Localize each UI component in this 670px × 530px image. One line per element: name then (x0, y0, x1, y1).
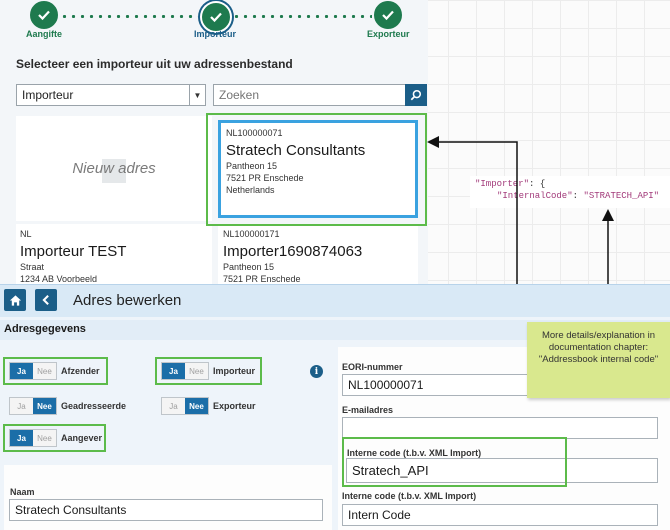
internal-code-input[interactable] (342, 504, 658, 526)
toggle-exporteur[interactable]: Ja Nee (161, 397, 209, 415)
email-label: E-mailadres (342, 405, 394, 415)
importeur-highlight (155, 357, 262, 385)
chevron-left-icon (42, 294, 49, 306)
section-title: Adresgegevens (4, 323, 86, 335)
toggle-label-exporteur: Exporteur (213, 401, 256, 411)
naam-input[interactable] (9, 499, 323, 521)
aangever-highlight (3, 424, 106, 452)
toggle-label-geadresseerde: Geadresseerde (61, 401, 127, 411)
email-input[interactable] (342, 417, 658, 439)
afzender-highlight (3, 357, 108, 385)
toggle-no[interactable]: Nee (33, 398, 56, 414)
naam-label: Naam (10, 487, 35, 497)
info-icon[interactable]: i (310, 365, 323, 378)
toggle-geadresseerde[interactable]: Ja Nee (9, 397, 57, 415)
documentation-callout: More details/explanation in documentatio… (527, 322, 670, 398)
toggle-yes[interactable]: Ja (162, 398, 185, 414)
home-icon (9, 294, 21, 306)
eori-input[interactable] (342, 374, 530, 396)
back-button[interactable] (35, 289, 57, 311)
internal-code-highlight (342, 437, 567, 487)
home-button[interactable] (4, 289, 26, 311)
internal-code-label: Interne code (t.b.v. XML Import) (342, 491, 477, 501)
page-title: Adres bewerken (73, 292, 182, 309)
toggle-yes[interactable]: Ja (10, 398, 33, 414)
toggle-no[interactable]: Nee (185, 398, 208, 414)
eori-label: EORI-nummer (342, 362, 403, 372)
